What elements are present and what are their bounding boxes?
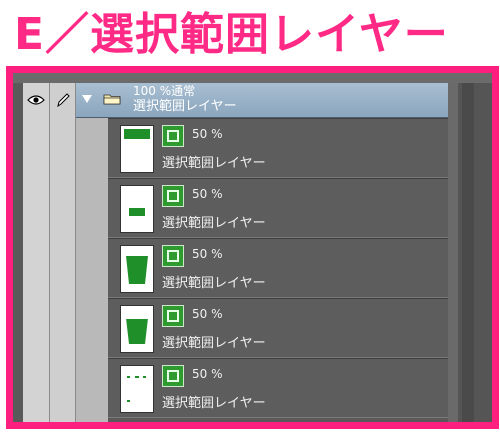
expand-triangle-icon[interactable] [82, 95, 92, 103]
folder-row[interactable]: 100 %通常 選択範囲レイヤー [23, 83, 448, 118]
layer-panel: 100 %通常 選択範囲レイヤー 50 % 選択範囲レイヤー 50 % 選択範囲… [6, 66, 499, 429]
visibility-column [23, 83, 50, 422]
layer-name: 選択範囲レイヤー [162, 336, 266, 351]
selection-mask-icon [162, 305, 184, 327]
layer-row[interactable]: 50 % 選択範囲レイヤー [108, 298, 448, 358]
scrollbar[interactable] [448, 83, 492, 422]
layer-opacity: 50 % [192, 307, 223, 321]
page-title: E／選択範囲レイヤー [14, 9, 449, 60]
layer-thumbnail [120, 185, 154, 233]
tree-gutter [76, 83, 108, 422]
layer-name: 選択範囲レイヤー [162, 276, 266, 291]
layer-opacity: 50 % [192, 367, 223, 381]
edit-lock-column [50, 83, 76, 422]
folder-layer[interactable]: 100 %通常 選択範囲レイヤー [76, 83, 448, 118]
layer-thumbnail [120, 125, 154, 173]
folder-name: 選択範囲レイヤー [133, 99, 237, 114]
selection-mask-icon [162, 185, 184, 207]
selection-mask-icon [162, 365, 184, 387]
folder-blend-mode: 100 %通常 [133, 84, 196, 98]
layer-opacity: 50 % [192, 247, 223, 261]
layer-row[interactable]: 50 % 選択範囲レイヤー [108, 238, 448, 298]
layer-name: 選択範囲レイヤー [162, 156, 266, 171]
selection-mask-icon [162, 125, 184, 147]
layer-opacity: 50 % [192, 127, 223, 141]
layer-thumbnail [120, 305, 154, 353]
layer-thumbnail [120, 245, 154, 293]
layer-row[interactable]: 50 % 選択範囲レイヤー [108, 358, 448, 418]
folder-icon [103, 94, 121, 105]
scrollbar-thumb[interactable] [462, 83, 474, 422]
layer-opacity: 50 % [192, 187, 223, 201]
layer-row[interactable]: 50 % 選択範囲レイヤー [108, 178, 448, 238]
pen-icon[interactable] [50, 83, 75, 117]
layer-thumbnail [120, 365, 154, 413]
layer-row[interactable]: 50 % 選択範囲レイヤー [108, 118, 448, 178]
scrollbar-track [448, 83, 458, 422]
layer-name: 選択範囲レイヤー [162, 396, 266, 411]
layer-name: 選択範囲レイヤー [162, 216, 266, 231]
eye-icon[interactable] [23, 83, 49, 117]
panel-top-strip [13, 73, 492, 83]
selection-mask-icon [162, 245, 184, 267]
